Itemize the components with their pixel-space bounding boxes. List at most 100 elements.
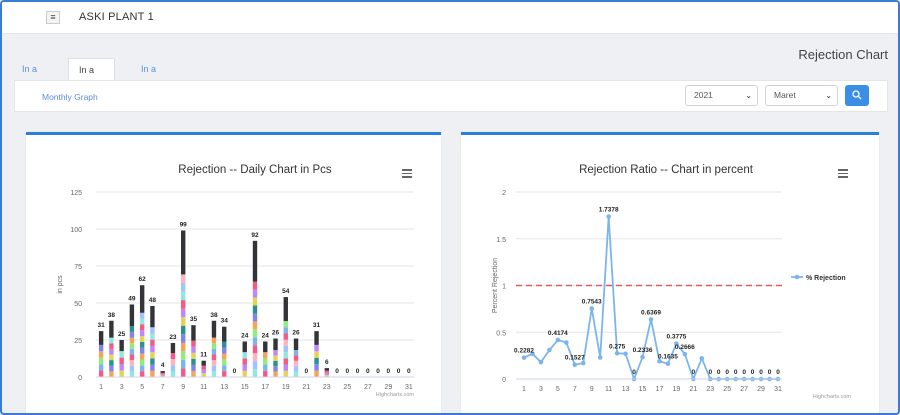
monthly-graph-link[interactable]: Monthly Graph bbox=[42, 92, 98, 102]
data-label: 0 bbox=[397, 368, 401, 375]
x-tick-label: 13 bbox=[622, 386, 630, 393]
bar-segment bbox=[211, 371, 217, 377]
bar-day-2 bbox=[109, 320, 114, 377]
data-label: 54 bbox=[282, 288, 290, 295]
data-label: 0 bbox=[356, 368, 360, 375]
bar-segment bbox=[170, 371, 176, 377]
month-select[interactable]: Maret ⌄ bbox=[765, 85, 838, 106]
x-tick-label: 5 bbox=[556, 386, 560, 393]
bar-segment bbox=[252, 313, 258, 322]
data-label: 0 bbox=[692, 369, 696, 376]
legend-marker bbox=[794, 274, 800, 280]
bar-segment bbox=[170, 353, 176, 360]
data-label: 24 bbox=[241, 332, 249, 339]
bar-segment bbox=[191, 352, 196, 359]
bar-day-5 bbox=[139, 285, 145, 377]
tab-in-a-year[interactable]: In a Year bbox=[12, 58, 50, 96]
year-select[interactable]: 2021 ⌄ bbox=[685, 85, 758, 106]
y-tick-label: 50 bbox=[74, 301, 82, 308]
bar-segment bbox=[191, 358, 196, 365]
x-tick-label: 27 bbox=[364, 384, 372, 391]
data-label: 26 bbox=[292, 330, 300, 337]
bar-segment bbox=[129, 343, 135, 349]
data-label: 26 bbox=[272, 330, 280, 337]
data-point bbox=[521, 355, 527, 360]
tab-in-a-day[interactable]: In a Day bbox=[131, 58, 167, 96]
bar-day-18 bbox=[273, 338, 278, 377]
bar-segment bbox=[211, 320, 217, 338]
x-tick-label: 23 bbox=[706, 386, 714, 393]
x-tick-label: 17 bbox=[261, 384, 269, 391]
bar-segment bbox=[324, 372, 330, 375]
search-button[interactable] bbox=[845, 85, 869, 106]
data-point bbox=[597, 355, 603, 360]
y-tick-label: 100 bbox=[70, 227, 82, 234]
data-label: 0 bbox=[776, 369, 780, 376]
bar-segment bbox=[211, 337, 217, 344]
x-tick-label: 17 bbox=[656, 386, 664, 393]
x-tick-label: 9 bbox=[590, 386, 594, 393]
x-tick-label: 3 bbox=[120, 384, 124, 391]
data-label: 0 bbox=[717, 369, 721, 376]
bar-segment bbox=[129, 331, 135, 338]
bar-segment bbox=[222, 353, 227, 360]
data-label: 48 bbox=[149, 297, 157, 304]
y-tick-label: 0 bbox=[502, 377, 506, 384]
bar-segment bbox=[109, 320, 114, 338]
bar-segment bbox=[283, 364, 288, 371]
data-label: 0.2336 bbox=[633, 347, 653, 354]
y-tick-label: 125 bbox=[70, 190, 82, 197]
chart-menu-icon[interactable] bbox=[838, 169, 848, 180]
legend-label: % Rejection bbox=[806, 275, 846, 282]
bar-segment bbox=[293, 355, 299, 361]
bar-day-8 bbox=[170, 342, 176, 377]
month-select-value: Maret bbox=[774, 90, 796, 100]
bar-segment bbox=[283, 345, 288, 353]
data-label: 99 bbox=[180, 221, 188, 228]
bar-segment bbox=[314, 351, 319, 358]
bar-segment bbox=[324, 368, 330, 371]
y-tick-label: 1 bbox=[502, 284, 506, 291]
bar-segment bbox=[293, 366, 299, 372]
data-label: 0.6369 bbox=[641, 309, 661, 316]
bar-segment bbox=[211, 348, 217, 355]
data-label: 38 bbox=[108, 312, 116, 319]
bar-segment bbox=[180, 274, 186, 283]
bar-segment bbox=[201, 369, 206, 374]
data-point bbox=[623, 351, 628, 357]
bar-segment bbox=[119, 340, 124, 352]
series-line bbox=[523, 216, 778, 382]
bar-segment bbox=[263, 352, 268, 359]
bar-segment bbox=[314, 331, 319, 345]
bar-segment bbox=[222, 359, 227, 366]
x-tick-label: 21 bbox=[689, 386, 697, 393]
bar-segment bbox=[160, 372, 165, 375]
x-tick-label: 11 bbox=[200, 384, 207, 391]
bar-segment bbox=[129, 365, 135, 372]
bar-day-4 bbox=[129, 304, 135, 377]
bar-segment bbox=[129, 360, 135, 366]
tab-in-a-month[interactable]: In a Month bbox=[68, 58, 116, 97]
x-tick-label: 9 bbox=[181, 384, 185, 391]
top-navbar: ≡ ASKI PLANT 1 bbox=[2, 2, 898, 34]
bar-segment bbox=[283, 358, 288, 365]
search-icon bbox=[852, 90, 862, 100]
bar-segment bbox=[109, 337, 114, 344]
y-tick-label: 1.5 bbox=[496, 237, 506, 244]
bar-day-16 bbox=[252, 240, 258, 377]
bar-segment bbox=[283, 339, 288, 346]
x-tick-label: 3 bbox=[539, 386, 543, 393]
y-tick-label: 0 bbox=[78, 375, 82, 382]
bar-segment bbox=[191, 340, 196, 347]
data-label: 31 bbox=[98, 322, 106, 329]
chart-menu-icon[interactable] bbox=[402, 169, 412, 180]
bar-segment bbox=[273, 350, 278, 356]
bar-segment bbox=[283, 321, 288, 328]
data-label: 0 bbox=[233, 368, 237, 375]
data-label: 11 bbox=[200, 352, 207, 359]
data-label: 0.4174 bbox=[548, 330, 568, 337]
bar-segment bbox=[314, 370, 319, 377]
data-label: 0 bbox=[632, 369, 636, 376]
bar-segment bbox=[150, 339, 155, 346]
hamburger-icon[interactable]: ≡ bbox=[46, 11, 60, 24]
